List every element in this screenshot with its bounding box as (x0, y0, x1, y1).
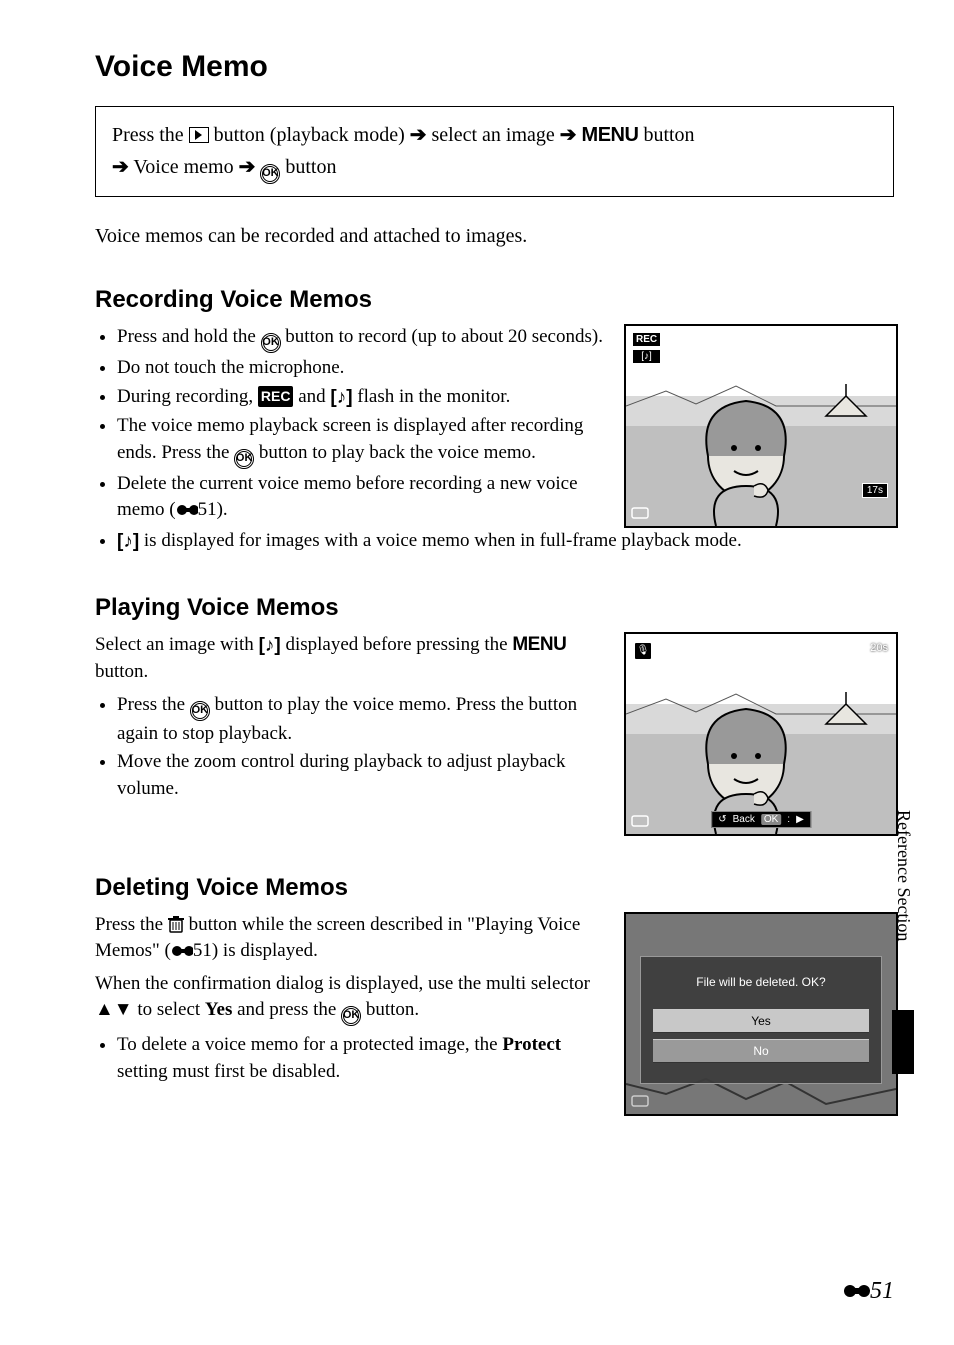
paragraph: Select an image with [♪] displayed befor… (95, 632, 606, 686)
playback-icon (189, 127, 209, 143)
text: button. (366, 999, 419, 1020)
reference-icon (842, 1278, 870, 1304)
list-item: Delete the current voice memo before rec… (117, 471, 606, 524)
list-item: To delete a voice memo for a protected i… (117, 1032, 606, 1085)
back-arrow-icon: ↺ (718, 814, 726, 825)
confirm-dialog: File will be deleted. OK? Yes No (640, 956, 882, 1084)
voice-memo-icon: [♪] (259, 633, 281, 660)
page-number-value: 51 (870, 1278, 894, 1304)
ok-icon: OK (261, 333, 281, 353)
voice-memo-icon: [♪] (117, 529, 139, 556)
list-item: The voice memo playback screen is displa… (117, 413, 606, 469)
intro-text: Voice memos can be recorded and attached… (95, 225, 894, 248)
side-tab-marker (892, 1010, 914, 1074)
illustration (626, 326, 896, 526)
paragraph: When the confirmation dialog is displaye… (95, 971, 606, 1027)
ok-icon: OK (190, 701, 210, 721)
text: Select an image with (95, 634, 259, 655)
nav-text: button (643, 124, 694, 146)
section-heading: Recording Voice Memos (95, 286, 894, 314)
section-heading: Playing Voice Memos (95, 594, 894, 622)
ok-icon: OK (234, 449, 254, 469)
nav-text: button (285, 156, 336, 178)
page-number: 51 (842, 1278, 894, 1305)
text: to select (137, 999, 205, 1020)
back-label: Back (733, 814, 755, 825)
text: 51). (198, 499, 228, 520)
illustration (626, 634, 896, 834)
delete-dialog-figure: File will be deleted. OK? Yes No (624, 912, 898, 1116)
list-item: During recording, REC and [♪] flash in t… (117, 384, 606, 412)
text: Press the (117, 694, 190, 715)
dialog-option-yes[interactable]: Yes (653, 1009, 869, 1033)
menu-label: MENU (512, 634, 566, 655)
yes-bold: Yes (205, 999, 232, 1020)
text: button. (95, 661, 148, 682)
text: setting must first be disabled. (117, 1061, 340, 1082)
list-item: Press the OK button to play the voice me… (117, 692, 606, 748)
menu-label: MENU (582, 124, 639, 146)
text: is displayed for images with a voice mem… (144, 530, 742, 551)
screen-bottom-bar: ↺Back OK: ▶ (711, 811, 811, 828)
section-playing: Playing Voice Memos Select an image with… (95, 594, 894, 836)
nav-text: select an image (432, 124, 560, 146)
nav-text: button (playback mode) (214, 124, 410, 146)
text: button to record (up to about 20 seconds… (285, 326, 603, 347)
rec-badge-icon: REC (258, 386, 294, 408)
side-tab-label: Reference Section (893, 810, 914, 941)
list-item: Press and hold the OK button to record (… (117, 324, 606, 353)
arrow-icon: ➔ (112, 156, 129, 178)
reference-icon (176, 499, 198, 520)
arrow-icon: ➔ (239, 156, 256, 178)
text: During recording, (117, 386, 258, 407)
text: button to play back the voice memo. (259, 442, 536, 463)
timer-label: 17s (862, 483, 888, 498)
text: flash in the monitor. (357, 386, 510, 407)
memo-indicator: [♪] (632, 349, 661, 364)
text: and press the (237, 999, 341, 1020)
timer-label: 20s (870, 642, 888, 654)
section-recording: Recording Voice Memos Press and hold the… (95, 286, 894, 556)
text: displayed before pressing the (285, 634, 512, 655)
section-heading: Deleting Voice Memos (95, 874, 894, 902)
arrow-icon: ➔ (410, 124, 427, 146)
dialog-title: File will be deleted. OK? (641, 975, 881, 989)
mic-icon: 🎙 (634, 642, 652, 660)
text: Press the (95, 914, 168, 935)
nav-text: Press the (112, 124, 189, 146)
protect-bold: Protect (502, 1034, 561, 1055)
ok-icon: OK (341, 1006, 361, 1026)
list-item: [♪] is displayed for images with a voice… (117, 528, 894, 556)
screen-badges: REC [♪] (632, 332, 661, 364)
voice-memo-icon: [♪] (330, 385, 352, 412)
text: 51) is displayed. (193, 940, 318, 961)
page-title: Voice Memo (95, 50, 894, 84)
reference-icon (171, 940, 193, 961)
recording-screen-figure: REC [♪] 17s (624, 324, 898, 528)
text: When the confirmation dialog is displaye… (95, 973, 590, 994)
trash-icon (168, 914, 184, 935)
ok-label: OK (761, 814, 781, 825)
text: Press and hold the (117, 326, 261, 347)
dialog-option-no[interactable]: No (653, 1039, 869, 1063)
up-down-icon: ▲▼ (95, 999, 133, 1020)
ok-icon: OK (260, 164, 280, 184)
nav-text: Voice memo (133, 156, 238, 178)
play-icon: ▶ (796, 814, 804, 825)
text: To delete a voice memo for a protected i… (117, 1034, 502, 1055)
text: and (298, 386, 330, 407)
section-deleting: Deleting Voice Memos Press the button wh… (95, 874, 894, 1116)
arrow-icon: ➔ (560, 124, 577, 146)
navigation-path-box: Press the button (playback mode) ➔ selec… (95, 106, 894, 197)
list-item: Do not touch the microphone. (117, 355, 606, 382)
paragraph: Press the button while the screen descri… (95, 912, 606, 965)
rec-indicator: REC (632, 332, 661, 347)
list-item: Move the zoom control during playback to… (117, 749, 606, 802)
playback-screen-figure: 🎙 20s ↺Back OK: ▶ (624, 632, 898, 836)
